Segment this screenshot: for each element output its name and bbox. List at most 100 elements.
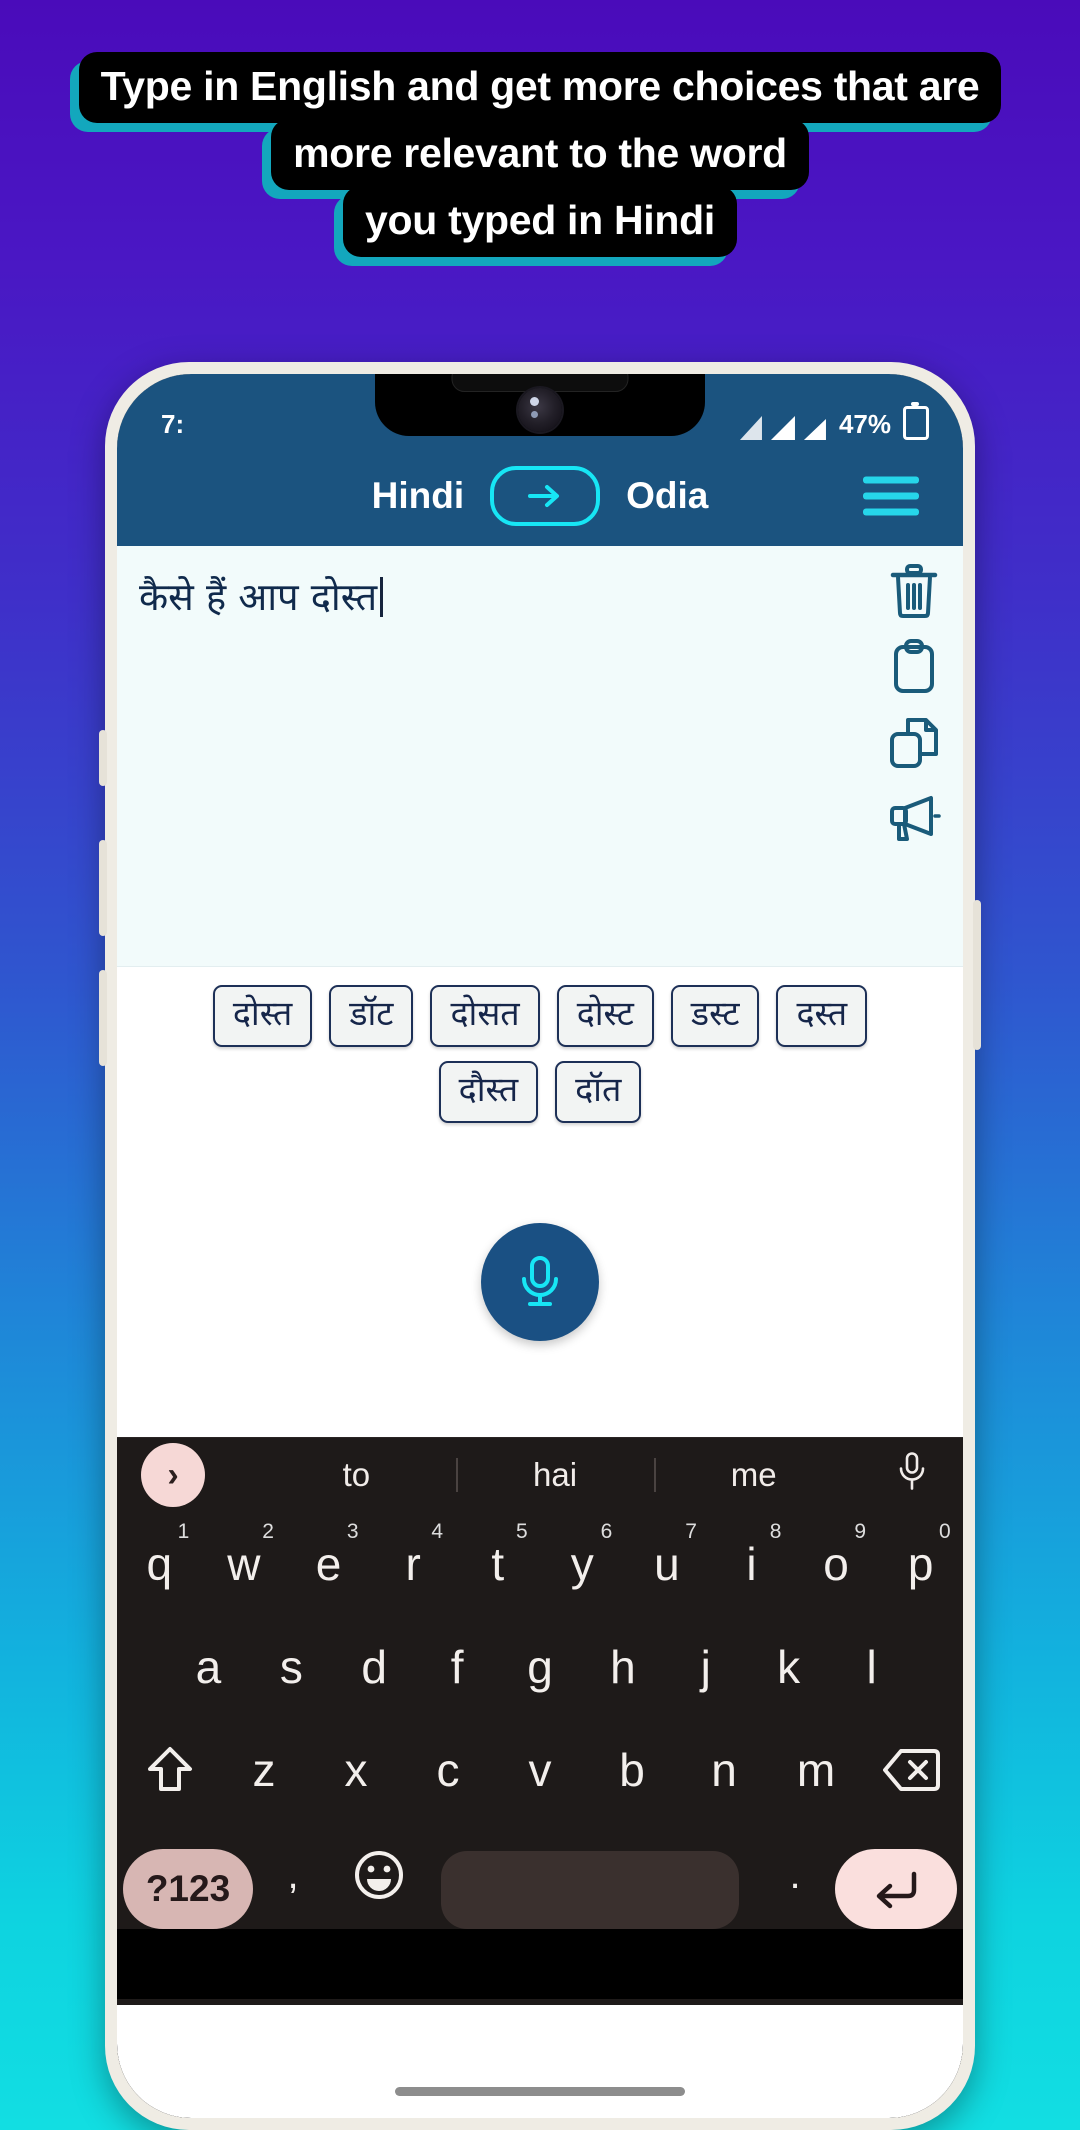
key-hint: 0 [938, 1520, 951, 1544]
microphone-icon [522, 1256, 558, 1307]
key-d[interactable]: d [333, 1615, 416, 1718]
swap-language-button[interactable] [490, 466, 601, 526]
key-x[interactable]: x [310, 1718, 402, 1821]
key-label: y [570, 1537, 594, 1590]
suggestion-chip[interactable]: दॉत [555, 1061, 642, 1124]
suggestion-chip[interactable]: दौस्त [438, 1061, 539, 1124]
key-r[interactable]: 4r [371, 1512, 456, 1615]
signal-icon [803, 419, 826, 440]
key-label: q [146, 1537, 173, 1590]
key-k[interactable]: k [747, 1615, 830, 1718]
keyboard-row-1: 1q 2w 3e 4r 5t 6y 7u 8i 9o 0p [117, 1512, 963, 1615]
key-q[interactable]: 1q [117, 1512, 202, 1615]
key-hint: 7 [685, 1520, 697, 1544]
speak-icon[interactable] [883, 788, 945, 850]
key-e[interactable]: 3e [286, 1512, 371, 1615]
language-selector: Hindi Odia [372, 466, 708, 526]
phone-bezel: 7: 47% Hindi Odia कैसे हैं आप दोस्त दोस्… [117, 374, 963, 2118]
hamburger-bar [863, 508, 919, 516]
promo-line-1: Type in English and get more choices tha… [78, 52, 1002, 123]
key-s[interactable]: s [250, 1615, 333, 1718]
key-v[interactable]: v [494, 1718, 586, 1821]
emoji-icon[interactable] [333, 1821, 425, 1929]
text-input-area[interactable]: कैसे हैं आप दोस्त [117, 546, 963, 967]
mic-area [117, 1137, 963, 1438]
suggestion-chip[interactable]: डस्ट [670, 985, 760, 1048]
key-comma[interactable]: , [253, 1821, 333, 1929]
key-label: i [746, 1537, 757, 1590]
source-language-label[interactable]: Hindi [372, 475, 464, 517]
key-hint: 6 [600, 1520, 613, 1544]
status-icons: 47% [739, 402, 929, 440]
suggestion-chip[interactable]: दोस्त [212, 985, 313, 1048]
keyboard-suggestion[interactable]: me [654, 1456, 853, 1494]
phone-screen: 7: 47% Hindi Odia कैसे हैं आप दोस्त दोस्… [117, 374, 963, 2118]
key-f[interactable]: f [416, 1615, 499, 1718]
hamburger-menu-icon[interactable] [863, 476, 919, 516]
key-o[interactable]: 9o [794, 1512, 879, 1615]
suggestion-chip[interactable]: डॉट [329, 985, 414, 1048]
key-g[interactable]: g [499, 1615, 582, 1718]
key-u[interactable]: 7u [625, 1512, 710, 1615]
key-label: w [227, 1537, 261, 1590]
key-l[interactable]: l [830, 1615, 913, 1718]
typed-text: कैसे हैं आप दोस्त [139, 572, 813, 623]
keyboard-row-2: a s d f g h j k l [117, 1615, 963, 1718]
silent-switch[interactable] [99, 730, 107, 786]
keyboard-suggestions: to hai me [257, 1438, 853, 1512]
copy-icon[interactable] [883, 712, 945, 774]
chevron-right-icon[interactable]: › [141, 1443, 205, 1508]
key-m[interactable]: m [770, 1718, 862, 1821]
key-hint: 4 [431, 1520, 444, 1544]
space-key[interactable] [441, 1851, 739, 1930]
keyboard-bottom-filler [117, 1929, 963, 2000]
key-i[interactable]: 8i [709, 1512, 794, 1615]
key-y[interactable]: 6y [540, 1512, 625, 1615]
key-z[interactable]: z [218, 1718, 310, 1821]
key-label: t [491, 1537, 505, 1590]
delete-icon[interactable] [883, 560, 945, 622]
target-language-label[interactable]: Odia [626, 475, 708, 517]
key-label: r [405, 1537, 421, 1590]
arrow-right-icon [528, 485, 560, 507]
key-label: u [654, 1537, 680, 1590]
backspace-icon[interactable] [862, 1718, 959, 1821]
paste-icon[interactable] [883, 636, 945, 698]
front-camera [518, 388, 562, 432]
battery-percent: 47% [838, 409, 891, 439]
voice-input-button[interactable] [481, 1223, 599, 1342]
key-w[interactable]: 2w [202, 1512, 287, 1615]
power-button[interactable] [973, 900, 981, 1050]
key-n[interactable]: n [678, 1718, 770, 1821]
battery-icon [903, 402, 929, 440]
suggestion-chip[interactable]: दस्त [776, 985, 868, 1048]
editor-tool-column [883, 560, 945, 850]
volume-up-button[interactable] [99, 840, 107, 936]
key-t[interactable]: 5t [455, 1512, 540, 1615]
microphone-icon[interactable] [897, 1451, 927, 1500]
volume-down-button[interactable] [99, 970, 107, 1066]
shift-icon[interactable] [121, 1718, 218, 1821]
text-caret [380, 577, 384, 617]
promo-line-3: you typed in Hindi [343, 186, 737, 257]
suggestion-chip[interactable]: दोसत [430, 985, 540, 1048]
key-b[interactable]: b [586, 1718, 678, 1821]
symbols-key[interactable]: ?123 [123, 1849, 253, 1930]
key-hint: 9 [854, 1520, 867, 1544]
key-h[interactable]: h [581, 1615, 664, 1718]
suggestion-chip[interactable]: दोस्ट [556, 985, 654, 1048]
promo-line-2: more relevant to the word [271, 119, 809, 190]
key-p[interactable]: 0p [878, 1512, 963, 1615]
hamburger-bar [863, 476, 919, 484]
key-hint: 1 [177, 1520, 190, 1544]
key-period[interactable]: . [755, 1821, 835, 1929]
alarm-icon [739, 416, 762, 440]
key-c[interactable]: c [402, 1718, 494, 1821]
keyboard-suggestion[interactable]: to [257, 1456, 456, 1494]
home-indicator[interactable] [395, 2087, 685, 2096]
enter-key[interactable] [835, 1849, 957, 1930]
keyboard-suggestion[interactable]: hai [456, 1456, 655, 1494]
key-j[interactable]: j [664, 1615, 747, 1718]
suggestion-row-1: दोस्त डॉट दोसत दोस्ट डस्ट दस्त [117, 985, 963, 1048]
key-a[interactable]: a [167, 1615, 250, 1718]
